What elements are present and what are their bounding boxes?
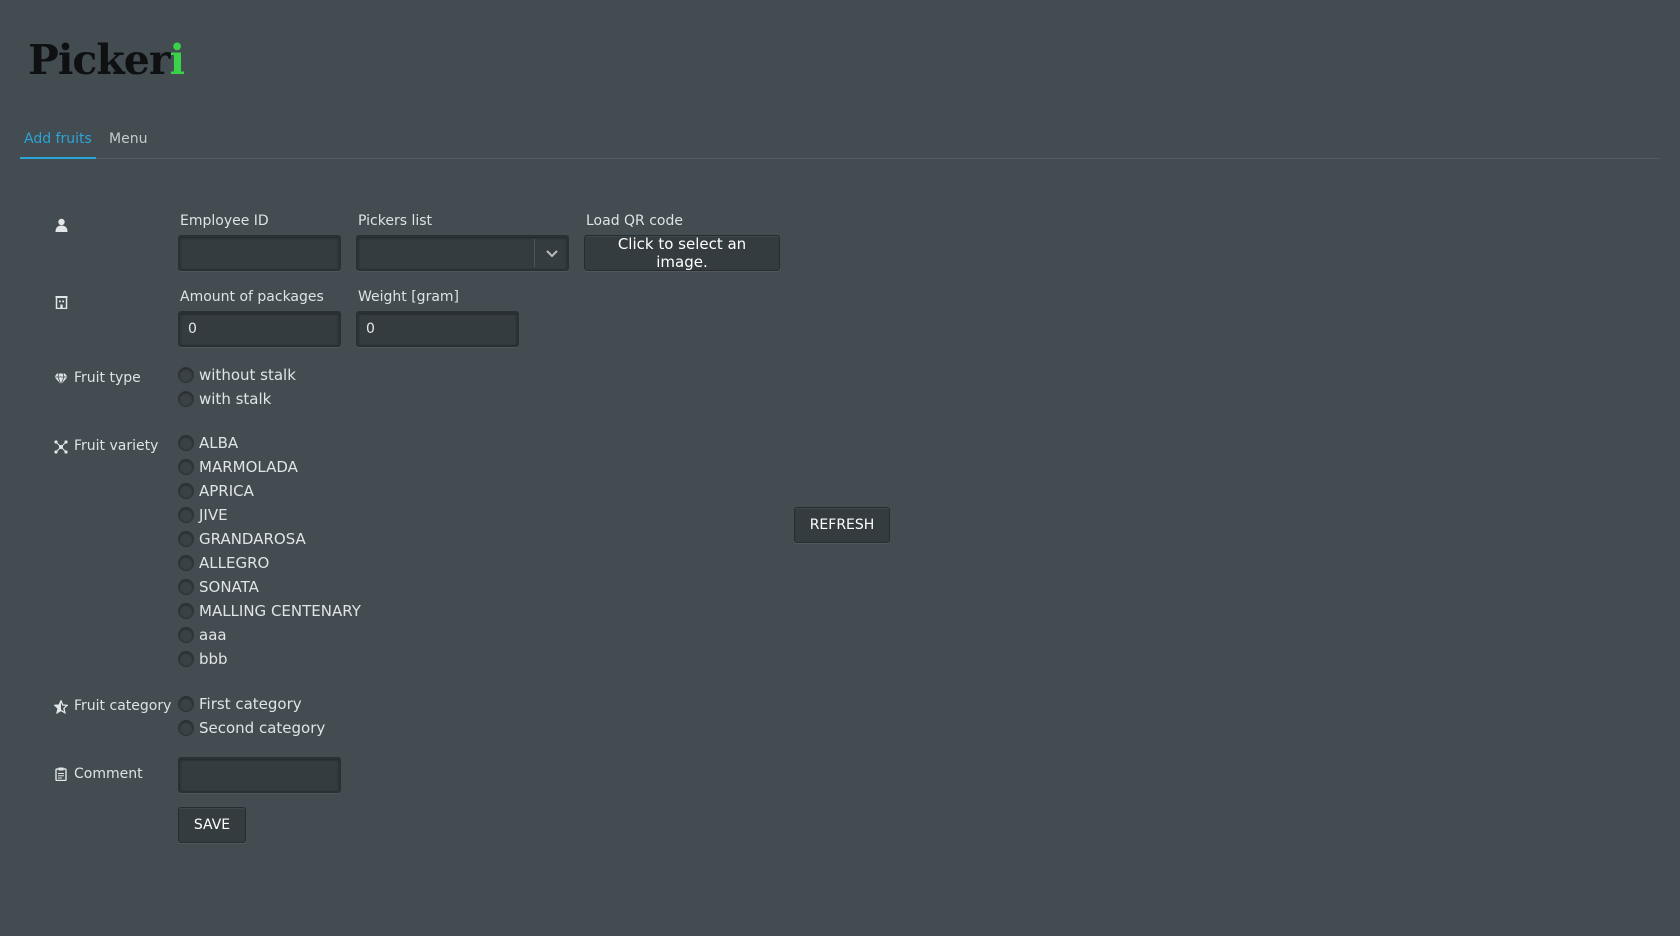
radio-label: MARMOLADA: [199, 458, 298, 476]
amount-packages-input[interactable]: [178, 311, 341, 347]
radio-label: APRICA: [199, 482, 254, 500]
tab-bar: Add fruits Menu: [20, 120, 1660, 159]
pickers-list-box: [356, 235, 569, 271]
radio-button[interactable]: [178, 627, 194, 643]
radio-button[interactable]: [178, 459, 194, 475]
weight-input[interactable]: [356, 311, 519, 347]
radio-button[interactable]: [178, 579, 194, 595]
fruit-variety-option[interactable]: ALBA: [178, 432, 238, 454]
employee-id-label: Employee ID: [180, 213, 269, 229]
radio-button[interactable]: [178, 555, 194, 571]
weight-label: Weight [gram]: [358, 289, 460, 305]
fruit-type-option[interactable]: without stalk: [178, 364, 296, 386]
fruit-variety-option[interactable]: APRICA: [178, 480, 254, 502]
radio-button[interactable]: [178, 483, 194, 499]
user-icon: [54, 218, 68, 232]
radio-label: JIVE: [199, 506, 228, 524]
tab-add-fruits[interactable]: Add fruits: [20, 131, 96, 159]
radio-label: ALLEGRO: [199, 554, 270, 572]
radio-label: Second category: [199, 719, 326, 737]
fruit-variety-option[interactable]: ALLEGRO: [178, 552, 269, 574]
radio-label: GRANDAROSA: [199, 530, 306, 548]
pickers-list-select[interactable]: [356, 235, 569, 271]
radio-label: MALLING CENTENARY: [199, 602, 361, 620]
diamond-icon: [54, 372, 68, 386]
radio-button[interactable]: [178, 391, 194, 407]
fruit-variety-option[interactable]: MALLING CENTENARY: [178, 600, 361, 622]
fruit-category-option[interactable]: First category: [178, 693, 302, 715]
clipboard-icon: [54, 767, 68, 781]
chevron-down-icon: [545, 245, 559, 264]
pickers-list-label: Pickers list: [358, 213, 433, 229]
fruit-variety-label: Fruit variety: [74, 438, 159, 454]
radio-label: with stalk: [199, 390, 272, 408]
radio-button[interactable]: [178, 507, 194, 523]
fruit-variety-option[interactable]: bbb: [178, 648, 228, 670]
fruit-variety-option[interactable]: SONATA: [178, 576, 259, 598]
comment-label: Comment: [74, 766, 143, 782]
refresh-button[interactable]: REFRESH: [794, 507, 890, 543]
fruit-category-option[interactable]: Second category: [178, 717, 325, 739]
load-qr-label: Load QR code: [586, 213, 683, 229]
fruit-type-label: Fruit type: [74, 370, 141, 386]
logo-text: Picker: [28, 36, 170, 84]
app-logo: Pickeri: [28, 36, 185, 84]
radio-label: ALBA: [199, 434, 239, 452]
fruit-variety-option[interactable]: GRANDAROSA: [178, 528, 306, 550]
amount-packages-label: Amount of packages: [180, 289, 324, 305]
radio-label: SONATA: [199, 578, 259, 596]
fruit-variety-option[interactable]: JIVE: [178, 504, 228, 526]
molecule-icon: [54, 440, 68, 454]
radio-button[interactable]: [178, 531, 194, 547]
radio-label: First category: [199, 695, 302, 713]
building-icon: [54, 295, 68, 309]
radio-button[interactable]: [178, 603, 194, 619]
comment-input[interactable]: [178, 757, 341, 793]
fruit-variety-option[interactable]: aaa: [178, 624, 227, 646]
radio-label: without stalk: [199, 366, 296, 384]
radio-button[interactable]: [178, 435, 194, 451]
select-divider: [534, 239, 535, 267]
logo-accent-text: i: [169, 36, 185, 84]
employee-id-input[interactable]: [178, 235, 341, 271]
fruit-variety-option[interactable]: MARMOLADA: [178, 456, 298, 478]
radio-button[interactable]: [178, 651, 194, 667]
radio-button[interactable]: [178, 720, 194, 736]
radio-button[interactable]: [178, 696, 194, 712]
tab-menu[interactable]: Menu: [109, 131, 147, 157]
select-image-button[interactable]: Click to select an image.: [584, 235, 780, 271]
radio-label: aaa: [199, 626, 227, 644]
fruit-type-option[interactable]: with stalk: [178, 388, 271, 410]
fruit-category-label: Fruit category: [74, 698, 172, 714]
radio-label: bbb: [199, 650, 228, 668]
save-button[interactable]: SAVE: [178, 807, 246, 843]
fruit-entry-page: Pickeri Add fruits Menu Employee ID Pick…: [0, 0, 1680, 936]
radio-button[interactable]: [178, 367, 194, 383]
star-icon: [54, 700, 68, 714]
